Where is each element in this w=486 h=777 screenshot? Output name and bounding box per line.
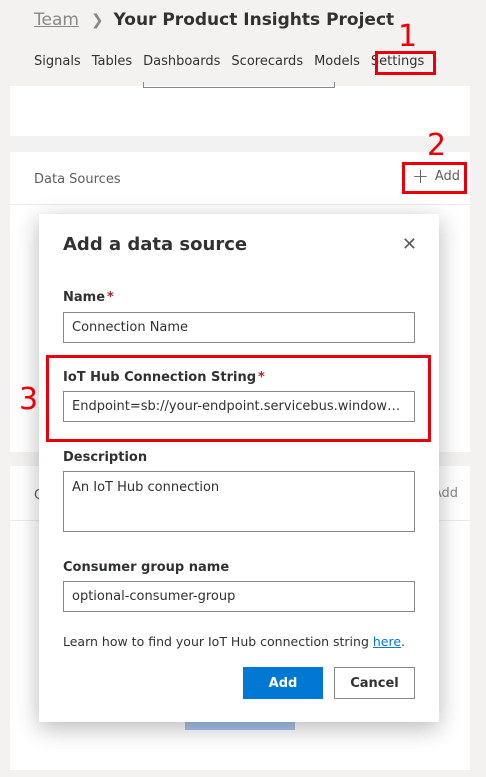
annotation-box-connection-string: [46, 355, 431, 442]
hidden-button: [185, 722, 295, 730]
tab-signals[interactable]: Signals: [34, 54, 81, 69]
name-field[interactable]: Connection Name: [63, 312, 415, 343]
input-stub: [143, 82, 335, 88]
description-field[interactable]: An IoT Hub connection: [63, 471, 415, 532]
card-divider: [10, 204, 470, 205]
annotation-number-3: 3: [19, 382, 39, 417]
help-text: Learn how to find your IoT Hub connectio…: [63, 634, 406, 649]
chevron-right-icon: ❯: [90, 11, 104, 29]
add-button[interactable]: Add: [243, 667, 323, 699]
consumer-group-field[interactable]: optional-consumer-group: [63, 581, 415, 612]
tab-dashboards[interactable]: Dashboards: [143, 54, 220, 69]
required-mark: *: [107, 290, 114, 305]
cancel-button[interactable]: Cancel: [334, 667, 415, 699]
breadcrumb: Team ❯ Your Product Insights Project: [34, 10, 394, 30]
tab-scorecards[interactable]: Scorecards: [231, 54, 303, 69]
dialog-title: Add a data source: [63, 234, 248, 255]
description-label: Description: [63, 450, 148, 465]
annotation-number-2: 2: [427, 128, 447, 163]
help-link[interactable]: here: [373, 634, 401, 649]
breadcrumb-team-link[interactable]: Team: [34, 10, 79, 30]
data-sources-title: Data Sources: [34, 172, 121, 187]
annotation-box-settings: [375, 51, 436, 75]
annotation-box-add: [402, 162, 467, 194]
annotation-number-1: 1: [398, 19, 418, 54]
add-data-source-dialog: Add a data source ✕ Name * Connection Nam…: [39, 214, 439, 722]
tab-models[interactable]: Models: [314, 54, 360, 69]
project-title: Your Product Insights Project: [113, 10, 395, 30]
consumer-group-label: Consumer group name: [63, 560, 230, 575]
tab-tables[interactable]: Tables: [92, 54, 132, 69]
settings-card-top: [10, 82, 470, 136]
name-label: Name *: [63, 290, 114, 305]
close-icon[interactable]: ✕: [402, 234, 417, 255]
